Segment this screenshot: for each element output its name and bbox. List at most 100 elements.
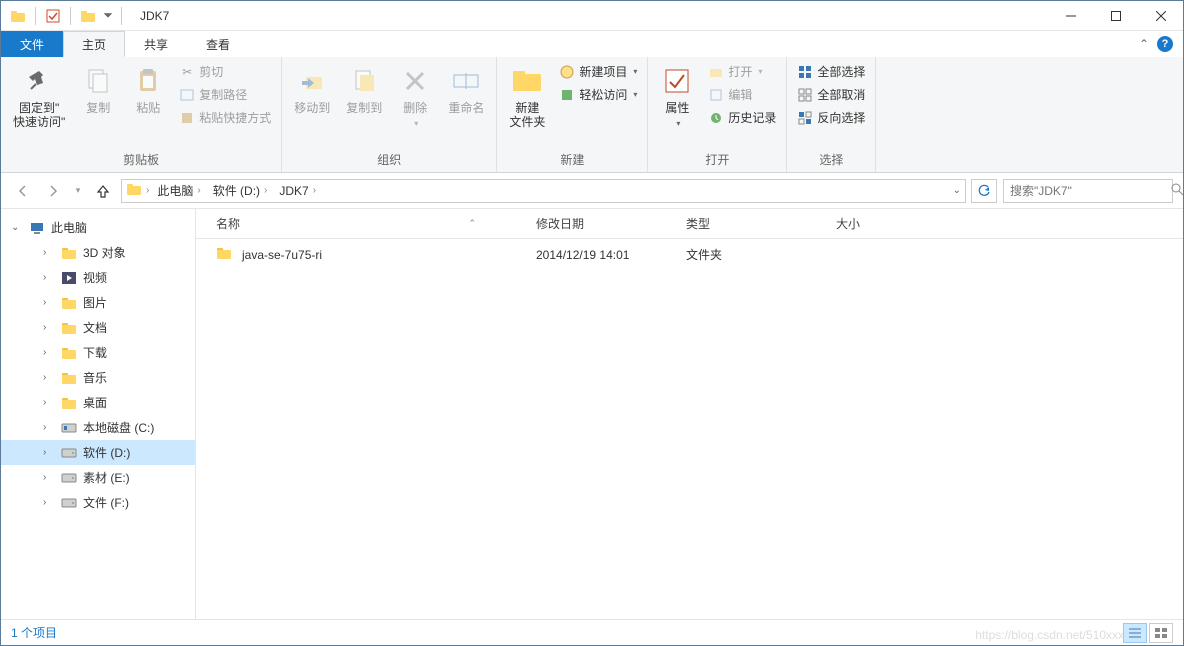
properties-button[interactable]: 属性▾	[654, 61, 700, 132]
recent-dropdown[interactable]: ▾	[71, 179, 85, 203]
chevron-icon[interactable]: ›	[43, 297, 55, 308]
selectnone-button[interactable]: 全部取消	[793, 84, 869, 105]
chevron-icon[interactable]: ›	[43, 497, 55, 508]
tree-item[interactable]: ›文档	[1, 315, 195, 340]
chevron-icon[interactable]: ›	[43, 272, 55, 283]
breadcrumb-1[interactable]: 软件 (D:)›	[209, 182, 272, 199]
chevron-down-icon[interactable]: ⌄	[11, 222, 23, 233]
ribbon-tabs: 文件 主页 共享 查看 ⌃ ?	[1, 31, 1183, 57]
chevron-icon[interactable]: ›	[43, 447, 55, 458]
tree-item[interactable]: ›3D 对象	[1, 240, 195, 265]
tree-item[interactable]: ›文件 (F:)	[1, 490, 195, 515]
tree-item-icon	[61, 295, 77, 311]
newitem-button[interactable]: 新建项目▾	[555, 61, 641, 82]
up-button[interactable]	[91, 179, 115, 203]
breadcrumb-0[interactable]: 此电脑›	[153, 182, 204, 199]
refresh-button[interactable]	[971, 179, 997, 203]
pin-quickaccess-button[interactable]: 固定到" 快速访问"	[7, 61, 71, 133]
paste-button[interactable]: 粘贴	[125, 61, 171, 119]
tree-item[interactable]: › 软件 (D:)	[1, 440, 195, 465]
moveto-button[interactable]: 移动到	[288, 61, 336, 119]
newfolder-button[interactable]: 新建 文件夹	[503, 61, 551, 133]
rename-button[interactable]: 重命名	[442, 61, 490, 119]
edit-button[interactable]: 编辑	[704, 84, 780, 105]
copy-icon	[82, 65, 114, 97]
details-view-button[interactable]	[1123, 623, 1147, 643]
pc-icon	[29, 220, 45, 236]
tree-item[interactable]: › 视频	[1, 265, 195, 290]
forward-button[interactable]	[41, 179, 65, 203]
copy-button[interactable]: 复制	[75, 61, 121, 119]
qat-dropdown-icon[interactable]: ⏷	[101, 5, 115, 27]
minimize-button[interactable]	[1048, 1, 1093, 30]
collapse-ribbon-icon[interactable]: ⌃	[1139, 37, 1149, 51]
chevron-icon[interactable]: ›	[43, 347, 55, 358]
chevron-icon[interactable]: ›	[43, 472, 55, 483]
tab-share[interactable]: 共享	[125, 31, 187, 57]
close-button[interactable]	[1138, 1, 1183, 30]
chevron-icon[interactable]: ›	[43, 247, 55, 258]
properties-qat-icon[interactable]	[42, 5, 64, 27]
breadcrumb-2[interactable]: JDK7›	[275, 184, 320, 198]
selectnone-icon	[797, 87, 813, 103]
easyaccess-icon	[559, 87, 575, 103]
folder-icon	[216, 245, 232, 264]
tab-file[interactable]: 文件	[1, 31, 63, 57]
help-icon[interactable]: ?	[1157, 36, 1173, 52]
tree-item[interactable]: › 桌面	[1, 390, 195, 415]
tree-item-icon	[61, 495, 77, 511]
chevron-icon[interactable]: ›	[43, 397, 55, 408]
back-button[interactable]	[11, 179, 35, 203]
column-size[interactable]: 大小	[836, 215, 916, 232]
tree-item[interactable]: › 本地磁盘 (C:)	[1, 415, 195, 440]
watermark: https://blog.csdn.net/510xxx	[975, 628, 1124, 642]
tree-item-label: 视频	[83, 269, 107, 286]
pasteshortcut-button[interactable]: 粘贴快捷方式	[175, 107, 275, 128]
tree-item-label: 下载	[83, 344, 107, 361]
tab-view[interactable]: 查看	[187, 31, 249, 57]
column-date[interactable]: 修改日期	[536, 215, 686, 232]
history-icon	[708, 110, 724, 126]
search-input[interactable]	[1010, 184, 1165, 198]
tree-item-icon	[61, 370, 77, 386]
easyaccess-button[interactable]: 轻松访问▾	[555, 84, 641, 105]
ribbon-group-organize: 移动到 复制到 删除▾ 重命名 组织	[282, 57, 497, 172]
selectall-button[interactable]: 全部选择	[793, 61, 869, 82]
file-list: 名称⌃ 修改日期 类型 大小 java-se-7u75-ri2014/12/19…	[196, 209, 1183, 619]
open-icon	[708, 64, 724, 80]
tree-root-thispc[interactable]: ⌄ 此电脑	[1, 215, 195, 240]
cut-button[interactable]: ✂剪切	[175, 61, 275, 82]
tree-item-label: 软件 (D:)	[83, 444, 130, 461]
tree-item[interactable]: › 下载	[1, 340, 195, 365]
tree-item-label: 本地磁盘 (C:)	[83, 419, 154, 436]
tree-item-icon	[61, 270, 77, 286]
explorer-icon[interactable]	[77, 5, 99, 27]
thumbnails-view-button[interactable]	[1149, 623, 1173, 643]
address-bar[interactable]: › 此电脑› 软件 (D:)› JDK7› ⌄	[121, 179, 966, 203]
tree-item[interactable]: ›素材 (E:)	[1, 465, 195, 490]
search-box[interactable]	[1003, 179, 1173, 203]
chevron-icon[interactable]: ›	[43, 322, 55, 333]
tree-item-icon	[61, 245, 77, 261]
tree-item-icon	[61, 420, 77, 436]
selectinvert-button[interactable]: 反向选择	[793, 107, 869, 128]
delete-button[interactable]: 删除▾	[392, 61, 438, 132]
chevron-icon[interactable]: ›	[43, 372, 55, 383]
tree-item-icon	[61, 395, 77, 411]
tree-item[interactable]: ›音乐	[1, 365, 195, 390]
chevron-icon[interactable]: ›	[43, 422, 55, 433]
copypath-button[interactable]: 复制路径	[175, 84, 275, 105]
tab-home[interactable]: 主页	[63, 31, 125, 57]
selectall-icon	[797, 64, 813, 80]
column-type[interactable]: 类型	[686, 215, 836, 232]
history-button[interactable]: 历史记录	[704, 107, 780, 128]
file-row[interactable]: java-se-7u75-ri2014/12/19 14:01文件夹	[196, 239, 1183, 270]
tree-item[interactable]: ›图片	[1, 290, 195, 315]
column-name[interactable]: 名称⌃	[216, 215, 536, 232]
tree-item-label: 桌面	[83, 394, 107, 411]
copyto-button[interactable]: 复制到	[340, 61, 388, 119]
maximize-button[interactable]	[1093, 1, 1138, 30]
open-button[interactable]: 打开▾	[704, 61, 780, 82]
tree-item-icon	[61, 345, 77, 361]
address-dropdown-icon[interactable]: ⌄	[953, 185, 961, 196]
